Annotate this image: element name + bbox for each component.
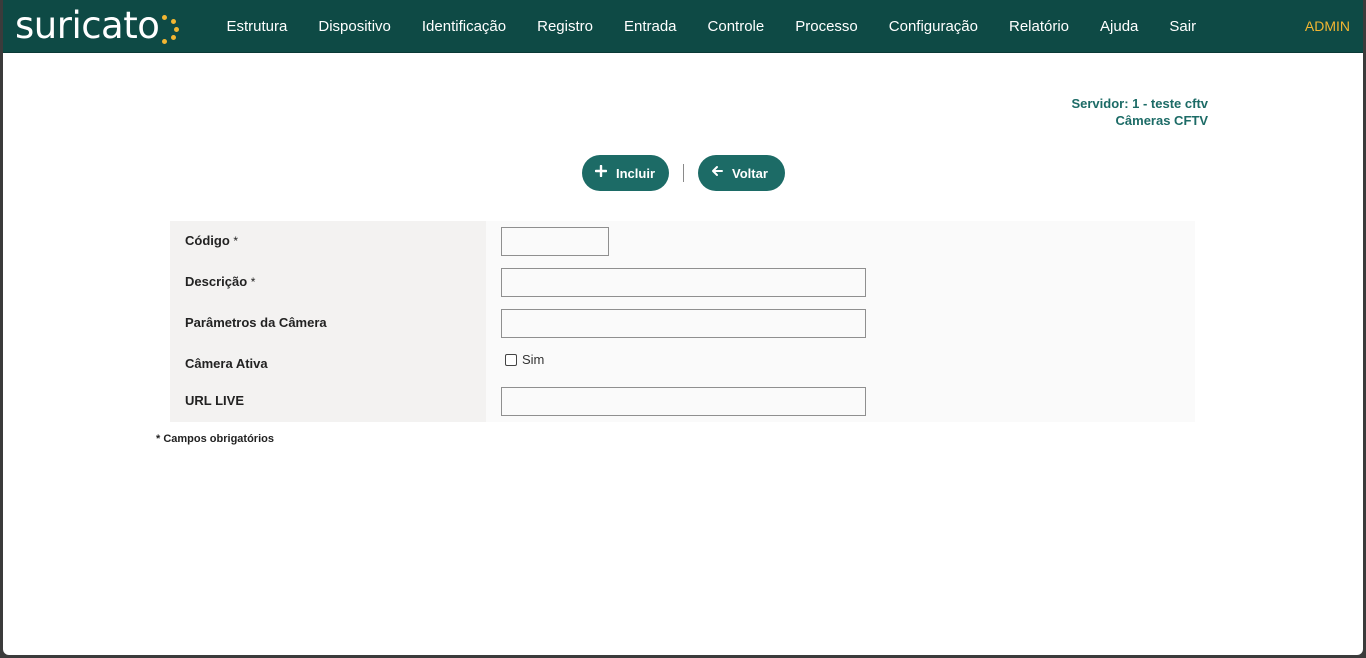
logo-dots-icon: [159, 5, 185, 47]
camera-ativa-checkbox[interactable]: [505, 353, 517, 366]
main-menu: Estrutura Dispositivo Identificação Regi…: [211, 0, 1212, 53]
menu-dispositivo[interactable]: Dispositivo: [303, 0, 407, 53]
logo-text: suricato: [15, 4, 160, 47]
menu-ajuda[interactable]: Ajuda: [1085, 0, 1154, 53]
menu-entrada[interactable]: Entrada: [608, 0, 692, 53]
menu-controle[interactable]: Controle: [692, 0, 780, 53]
parametros-label: Parâmetros da Câmera: [185, 315, 327, 330]
parametros-input[interactable]: [501, 309, 866, 338]
descricao-label: Descrição *: [185, 274, 256, 289]
required-mark: *: [250, 275, 256, 289]
arrow-left-icon: [710, 165, 723, 181]
menu-relatorio[interactable]: Relatório: [994, 0, 1085, 53]
menu-registro[interactable]: Registro: [522, 0, 609, 53]
plus-icon: [594, 164, 607, 181]
camera-ativa-option-label: Sim: [522, 352, 545, 367]
url-live-label: URL LIVE: [185, 393, 244, 408]
user-admin-link[interactable]: ADMIN: [1305, 0, 1350, 53]
back-button[interactable]: Voltar: [698, 155, 785, 191]
section-title: Câmeras CFTV: [1115, 113, 1208, 128]
descricao-input[interactable]: [501, 268, 866, 297]
app-window: suricato Estrutura Dispositivo Identific…: [3, 0, 1363, 655]
include-button[interactable]: Incluir: [582, 155, 669, 191]
action-bar: Incluir Voltar: [582, 155, 785, 191]
menu-sair[interactable]: Sair: [1154, 0, 1212, 53]
url-live-input[interactable]: [501, 387, 866, 416]
menu-configuracao[interactable]: Configuração: [873, 0, 993, 53]
camera-ativa-label: Câmera Ativa: [185, 356, 268, 371]
server-info: Servidor: 1 - teste cftv Câmeras CFTV: [1071, 95, 1208, 129]
required-fields-note: * Campos obrigatórios: [156, 433, 274, 445]
include-button-label: Incluir: [616, 165, 656, 181]
camera-form: Código * Descrição * Parâmetros da Câmer…: [170, 221, 1195, 422]
menu-processo[interactable]: Processo: [780, 0, 874, 53]
top-navbar: suricato Estrutura Dispositivo Identific…: [3, 0, 1363, 53]
server-name: Servidor: 1 - teste cftv: [1071, 96, 1208, 111]
menu-estrutura[interactable]: Estrutura: [211, 0, 303, 53]
codigo-input[interactable]: [501, 227, 609, 256]
codigo-label: Código *: [185, 233, 239, 248]
required-mark: *: [233, 234, 239, 248]
back-button-label: Voltar: [732, 165, 768, 181]
action-separator: [683, 164, 684, 182]
suricato-logo[interactable]: suricato: [15, 5, 185, 47]
menu-identificacao[interactable]: Identificação: [406, 0, 521, 53]
camera-ativa-option[interactable]: Sim: [505, 352, 544, 367]
